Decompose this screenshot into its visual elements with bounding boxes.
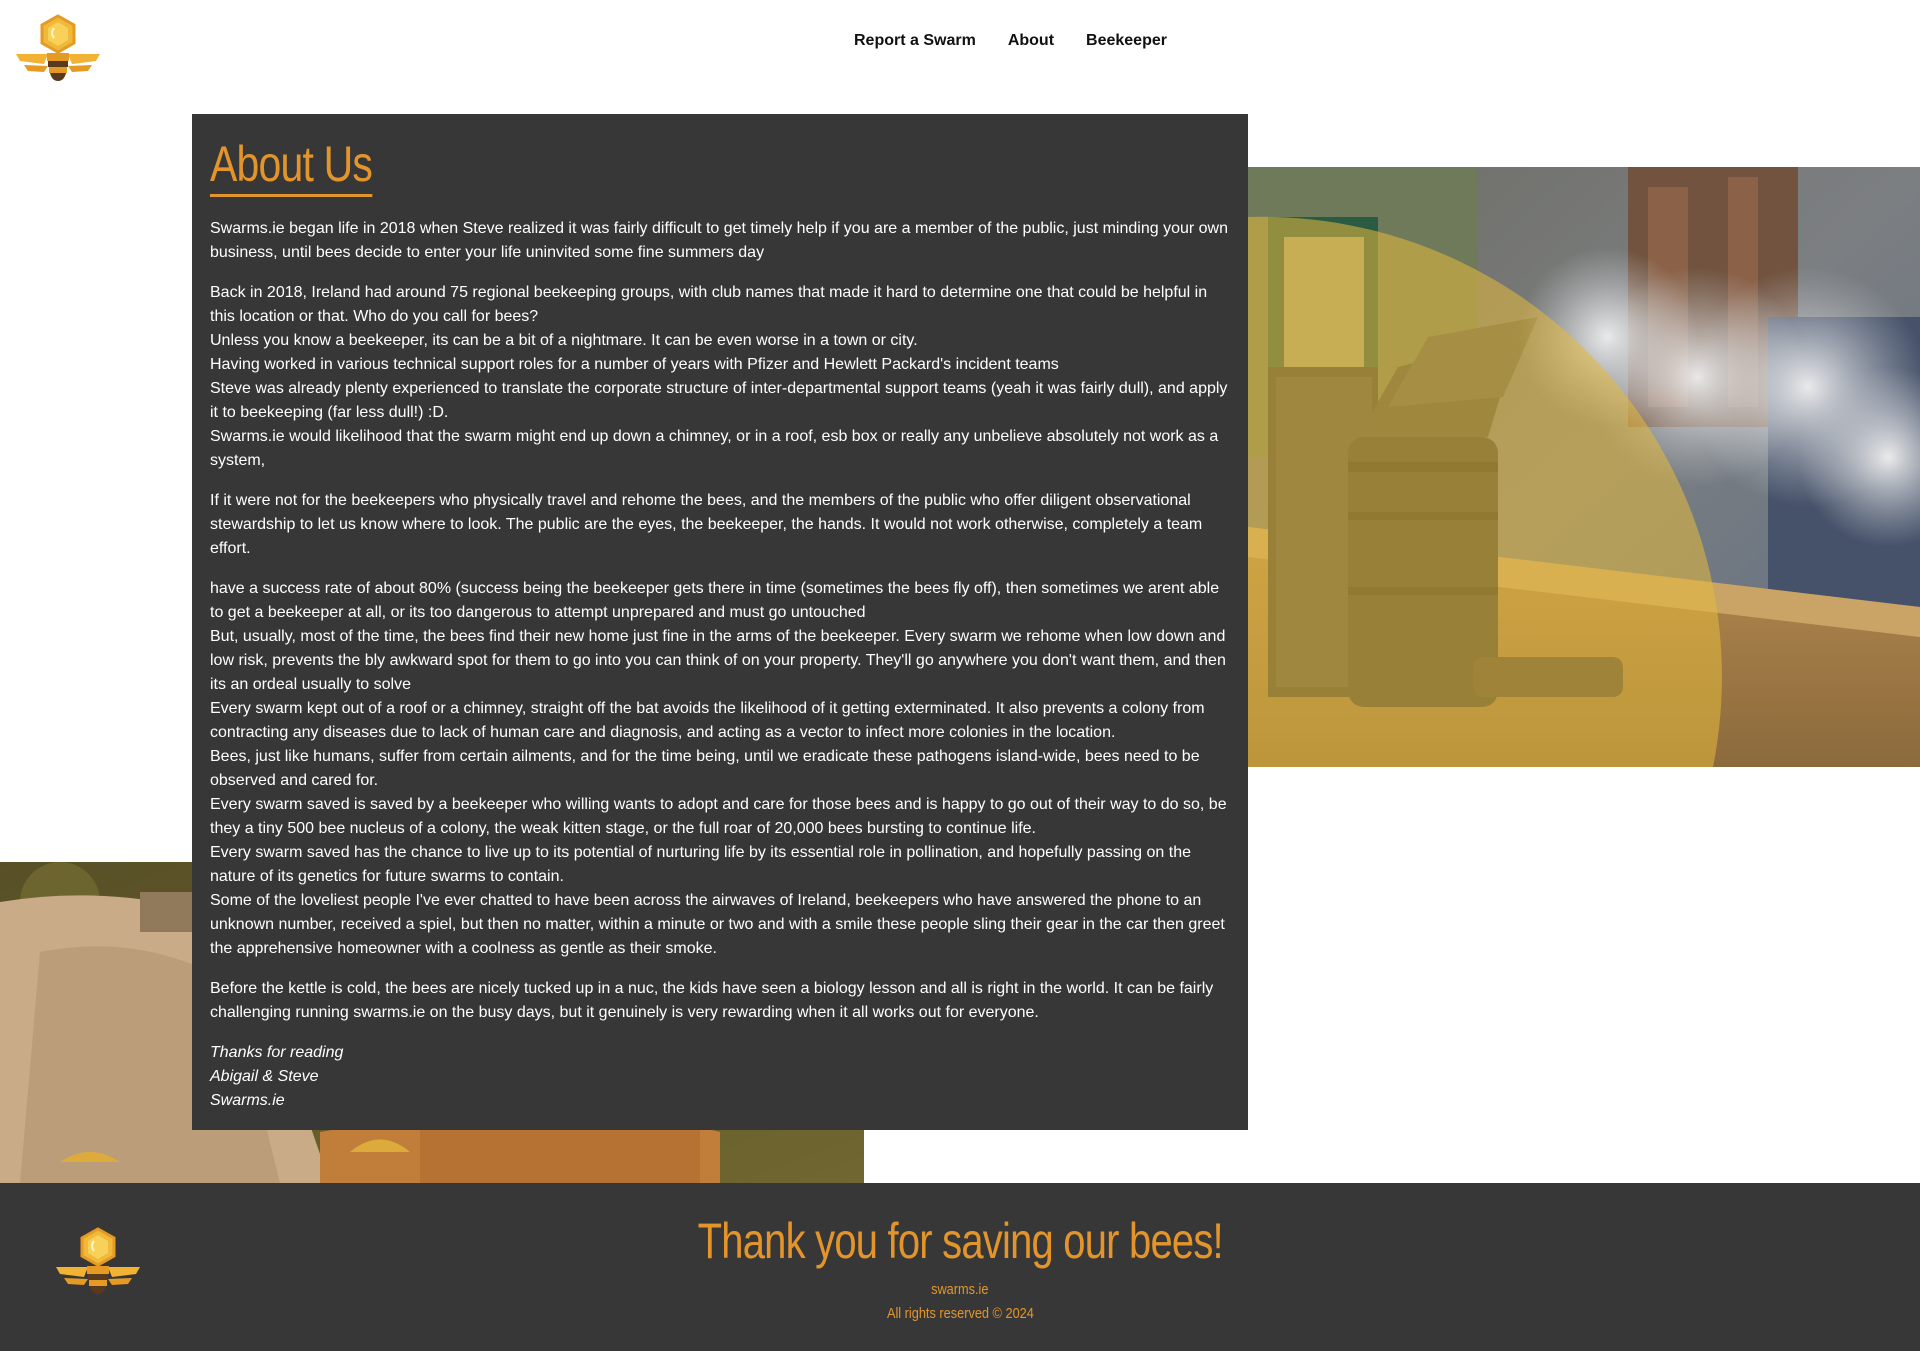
site-logo[interactable] <box>14 14 102 84</box>
about-text-line: If it were not for the beekeepers who ph… <box>210 492 1203 557</box>
about-text-line: Every swarm saved has the chance to live… <box>210 844 1192 885</box>
footer-rights-text: All rights reserved © 2024 <box>886 1305 1034 1322</box>
about-text-line: Swarms.ie would likelihood that the swar… <box>210 428 1219 469</box>
about-text-line: Steve was already plenty experienced to … <box>210 380 1228 421</box>
signoff-line: Abigail & Steve <box>210 1068 319 1085</box>
nav-about[interactable]: About <box>1008 32 1054 50</box>
about-paragraph: Before the kettle is cold, the bees are … <box>210 977 1230 1025</box>
nav-beekeeper[interactable]: Beekeeper <box>1086 32 1167 50</box>
footer-site: swarms.ie <box>0 1281 1920 1298</box>
about-text-line: Having worked in various technical suppo… <box>210 356 1059 373</box>
about-signoff: Thanks for reading Abigail & Steve Swarm… <box>210 1041 1230 1113</box>
footer-site-text[interactable]: swarms.ie <box>931 1281 988 1298</box>
footer-heading-text: Thank you for saving our bees! <box>697 1213 1223 1269</box>
about-text-line: Swarms.ie began life in 2018 when Steve … <box>210 220 1228 261</box>
about-text-line: Some of the loveliest people I've ever c… <box>210 892 1225 957</box>
about-paragraph: Swarms.ie began life in 2018 when Steve … <box>210 217 1230 265</box>
bee-logo-icon <box>16 14 100 81</box>
about-text-line: Every swarm kept out of a roof or a chim… <box>210 700 1205 741</box>
bee-smoker-photo <box>1248 167 1920 767</box>
about-text-line: have a success rate of about 80% (succes… <box>210 580 1220 621</box>
about-paragraph: Back in 2018, Ireland had around 75 regi… <box>210 281 1230 473</box>
about-text-line: Every swarm saved is saved by a beekeepe… <box>210 796 1227 837</box>
signoff-line: Swarms.ie <box>210 1092 285 1109</box>
footer-rights: All rights reserved © 2024 <box>0 1305 1920 1322</box>
signoff-line: Thanks for reading <box>210 1044 344 1061</box>
footer-heading: Thank you for saving our bees! <box>0 1213 1920 1269</box>
about-text-line: Back in 2018, Ireland had around 75 regi… <box>210 284 1208 325</box>
about-text-line: Before the kettle is cold, the bees are … <box>210 980 1214 1021</box>
about-text-line: But, usually, most of the time, the bees… <box>210 628 1226 693</box>
nav-report-swarm[interactable]: Report a Swarm <box>854 32 976 50</box>
about-paragraph: If it were not for the beekeepers who ph… <box>210 489 1230 561</box>
about-title: About Us <box>210 136 373 197</box>
about-panel: About Us Swarms.ie began life in 2018 wh… <box>192 114 1248 1130</box>
about-text-line: Bees, just like humans, suffer from cert… <box>210 748 1200 789</box>
main-nav: Report a Swarm About Beekeeper <box>854 32 1167 50</box>
about-paragraph: have a success rate of about 80% (succes… <box>210 577 1230 961</box>
about-text-line: Unless you know a beekeeper, its can be … <box>210 332 918 349</box>
site-footer: Thank you for saving our bees! swarms.ie… <box>0 1183 1920 1351</box>
